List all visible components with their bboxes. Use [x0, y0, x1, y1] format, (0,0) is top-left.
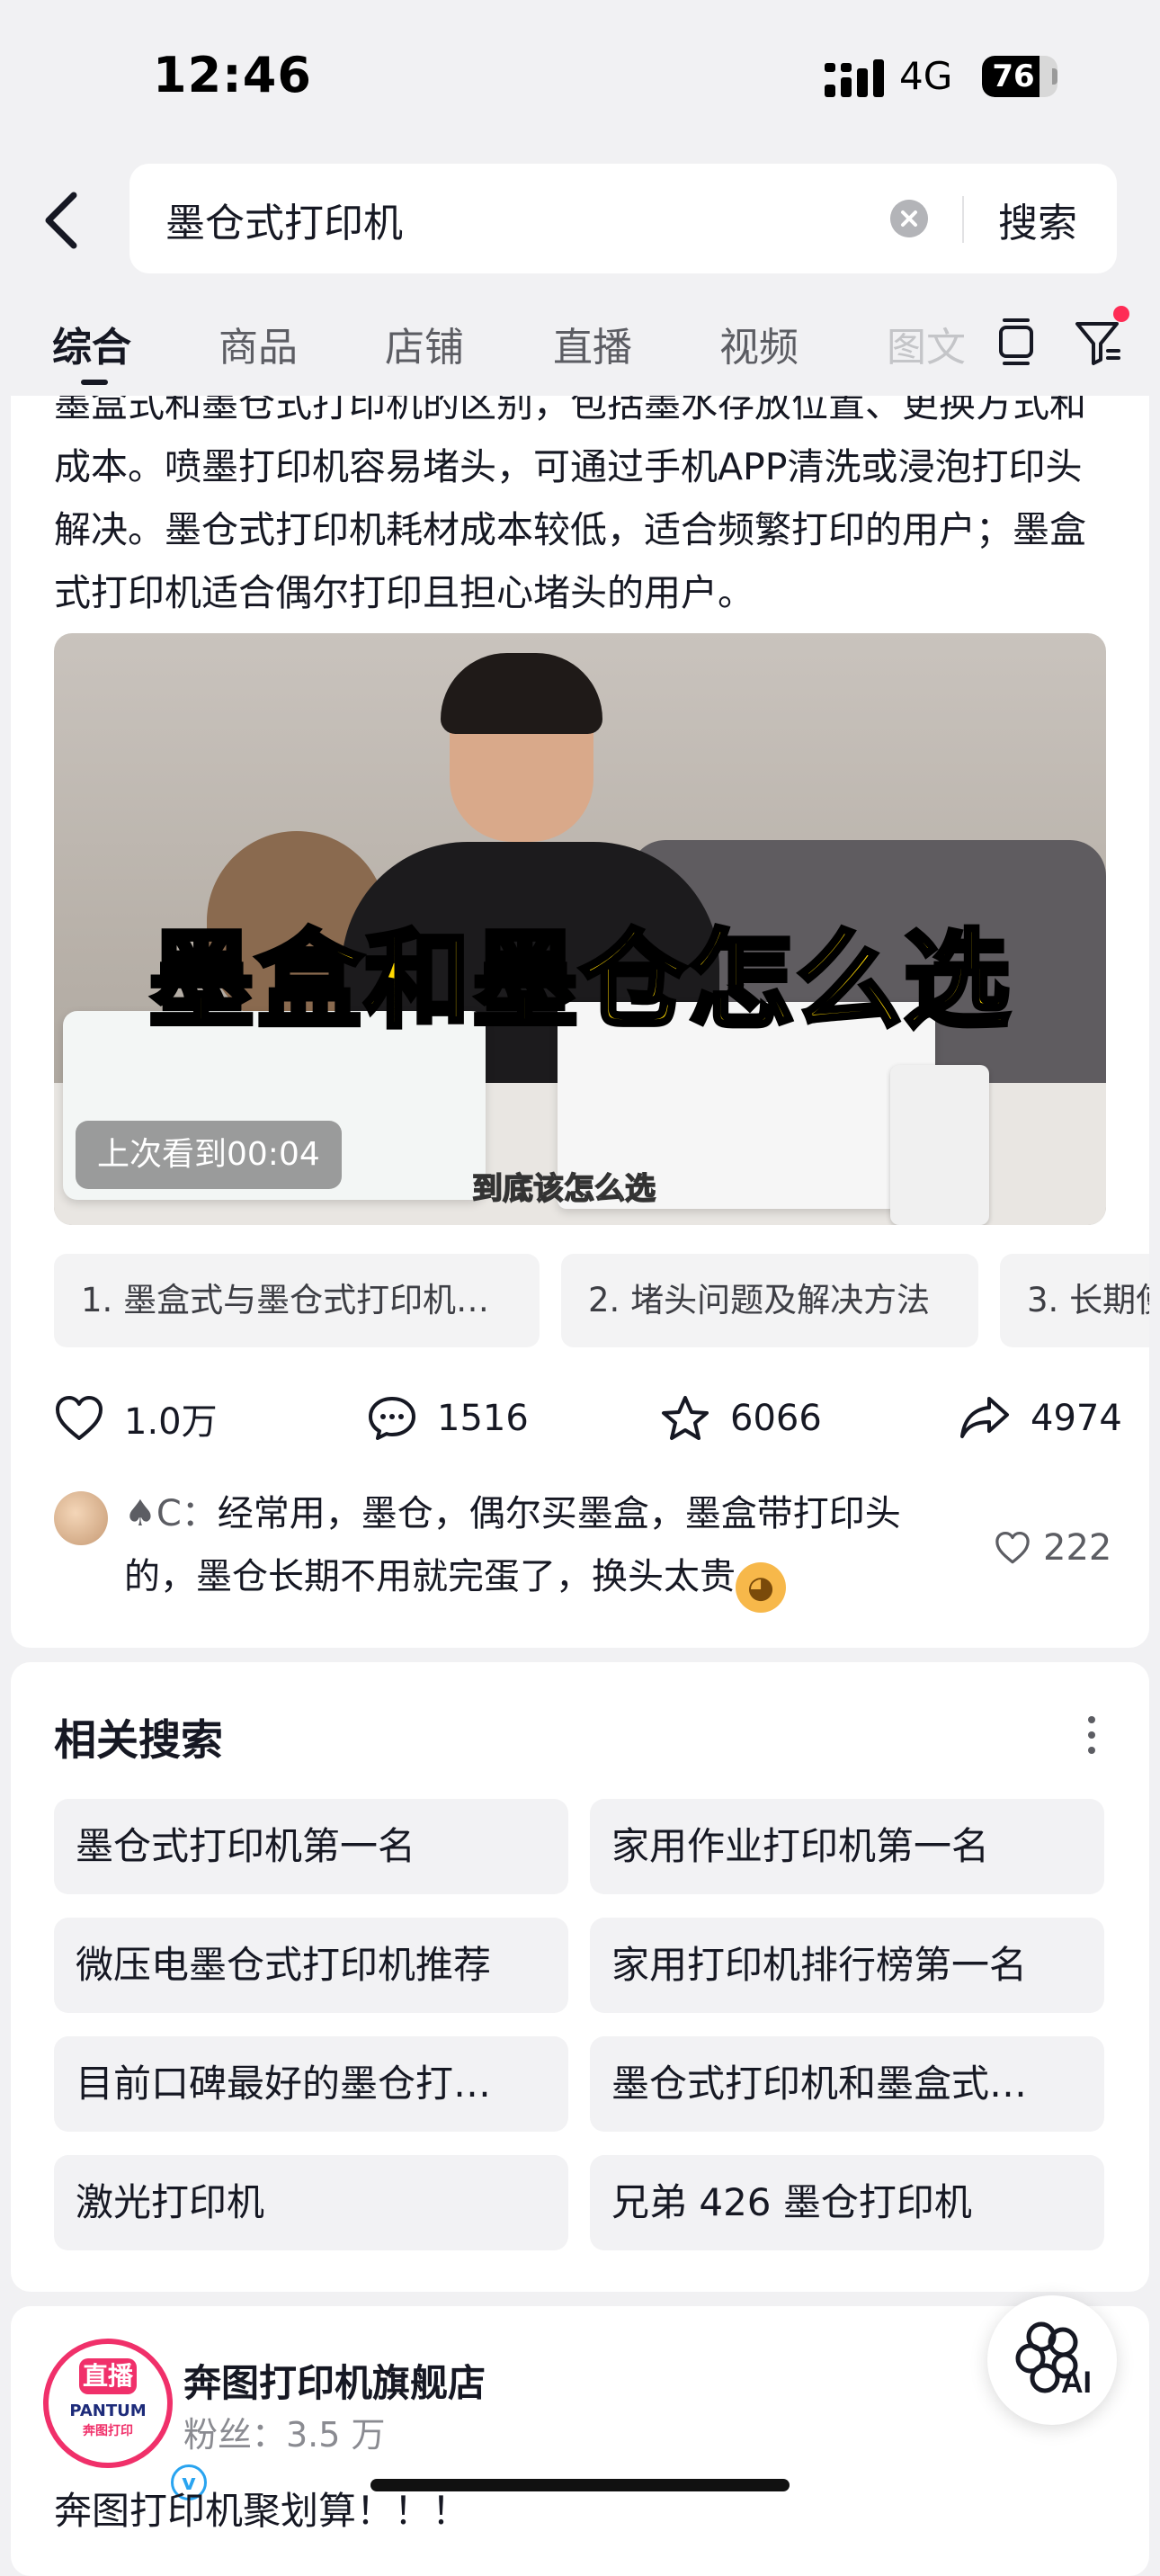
share-icon: [960, 1397, 1009, 1438]
tab-live[interactable]: 直播: [553, 315, 632, 372]
related-search-chip[interactable]: 墨仓式打印机第一名: [54, 1799, 568, 1894]
resume-badge: 上次看到00:04: [76, 1121, 342, 1189]
store-card[interactable]: 直播 PANTUM 奔图打印 v 奔图打印机旗舰店 粉丝：3.5 万 奔图打印机聚…: [11, 2306, 1149, 2576]
status-bar: 12:46 4G 76: [0, 0, 1160, 153]
comment-icon: [369, 1397, 415, 1440]
tab-comprehensive[interactable]: 综合: [52, 315, 131, 372]
status-time: 12:46: [153, 47, 312, 103]
video-thumbnail[interactable]: 墨盒和墨仓怎么选 到底该怎么选 上次看到00:04: [54, 633, 1106, 1225]
battery-icon: 76: [982, 56, 1057, 97]
heart-icon: [56, 1396, 103, 1440]
like-count: 1.0万: [124, 1401, 218, 1443]
notification-dot: [1113, 306, 1129, 322]
search-box[interactable]: 墨仓式打印机 搜索: [129, 164, 1117, 273]
layout-toggle-icon[interactable]: [994, 315, 1039, 369]
ai-assistant-button[interactable]: AI: [987, 2295, 1117, 2425]
tab-stores[interactable]: 店铺: [385, 315, 464, 372]
filter-icon[interactable]: [1072, 317, 1122, 367]
logo-brand: PANTUM: [69, 2402, 147, 2420]
video-subtitle: 到底该怎么选: [471, 1170, 656, 1208]
cat-emoji-icon: ◕: [736, 1562, 786, 1613]
related-search-chip[interactable]: 微压电墨仓式打印机推荐: [54, 1918, 568, 2013]
chapter-chip[interactable]: 3. 长期使: [1000, 1254, 1149, 1347]
ai-summary-text: 墨盒式和墨仓式打印机的区别，包括墨水存放位置、更换方式和成本。喷墨打印机容易堵头…: [54, 396, 1086, 614]
battery-level: 76: [992, 58, 1035, 94]
store-fans: 粉丝：3.5 万: [183, 2415, 386, 2455]
comment-action[interactable]: 1516: [367, 1387, 529, 1450]
chapter-chip[interactable]: 2. 堵头问题及解决方法: [561, 1254, 978, 1347]
video-title-overlay: 墨盒和墨仓怎么选: [146, 917, 1012, 1045]
commenter-name: ♠C：: [124, 1493, 218, 1534]
more-options-icon[interactable]: [1084, 1713, 1099, 1758]
search-input[interactable]: 墨仓式打印机: [165, 191, 403, 248]
tab-indicator: [81, 380, 108, 385]
top-comment[interactable]: ♠C：经常用，墨仓，偶尔买墨盒，墨盒带打印头的，墨仓长期不用就完蛋了，换头太贵 ◕: [124, 1482, 960, 1613]
logo-text: PANTUM 奔图打印: [56, 2402, 160, 2439]
cellular-signal-icon: [825, 59, 884, 97]
home-indicator[interactable]: [370, 2479, 790, 2491]
ai-label: AI: [1061, 2366, 1092, 2400]
network-type: 4G: [899, 54, 953, 98]
clear-icon[interactable]: [890, 200, 928, 237]
live-badge: 直播: [79, 2358, 137, 2394]
chapter-chip[interactable]: 1. 墨盒式与墨仓式打印机…: [54, 1254, 540, 1347]
comment-like-count: 222: [1043, 1527, 1112, 1569]
tab-products[interactable]: 商品: [219, 315, 298, 372]
share-count: 4974: [1031, 1398, 1122, 1439]
heart-icon: [995, 1531, 1030, 1564]
video-result-card: 墨盒式和墨仓式打印机的区别，包括墨水存放位置、更换方式和成本。喷墨打印机容易堵头…: [11, 396, 1149, 1648]
tab-posts[interactable]: 图文: [887, 315, 966, 372]
video-person-hair: [441, 653, 602, 734]
search-divider: [962, 196, 964, 243]
commenter-avatar[interactable]: [54, 1491, 108, 1545]
back-arrow-icon[interactable]: [36, 184, 90, 256]
video-ink-tank: [890, 1065, 989, 1225]
star-icon: [662, 1396, 709, 1440]
related-search-chip[interactable]: 墨仓式打印机和墨盒式…: [590, 2036, 1104, 2132]
battery-tip: [1052, 68, 1057, 85]
search-button[interactable]: 搜索: [998, 191, 1077, 248]
tab-bar: 综合 商品 店铺 直播 视频 图文: [0, 297, 1160, 396]
related-title: 相关搜索: [54, 1716, 223, 1766]
favorite-action[interactable]: 6066: [660, 1387, 822, 1450]
related-searches-card: 相关搜索 墨仓式打印机第一名 家用作业打印机第一名 微压电墨仓式打印机推荐 家用…: [11, 1662, 1149, 2292]
related-search-chip[interactable]: 激光打印机: [54, 2155, 568, 2250]
ai-flower-icon: AI: [1015, 2321, 1092, 2400]
related-search-chip[interactable]: 家用作业打印机第一名: [590, 1799, 1104, 1894]
favorite-count: 6066: [730, 1398, 822, 1439]
store-name[interactable]: 奔图打印机旗舰店: [183, 2353, 486, 2408]
related-search-chip[interactable]: 兄弟 426 墨仓打印机: [590, 2155, 1104, 2250]
comment-count: 1516: [437, 1398, 529, 1439]
store-logo[interactable]: 直播 PANTUM 奔图打印 v: [43, 2339, 207, 2500]
related-search-chip[interactable]: 目前口碑最好的墨仓打…: [54, 2036, 568, 2132]
logo-subtext: 奔图打印: [83, 2424, 133, 2438]
share-action[interactable]: 4974: [959, 1387, 1122, 1450]
related-search-chip[interactable]: 家用打印机排行榜第一名: [590, 1918, 1104, 2013]
like-action[interactable]: 1.0万: [54, 1387, 218, 1450]
tab-videos[interactable]: 视频: [719, 315, 799, 372]
comment-like[interactable]: 222: [995, 1527, 1111, 1569]
